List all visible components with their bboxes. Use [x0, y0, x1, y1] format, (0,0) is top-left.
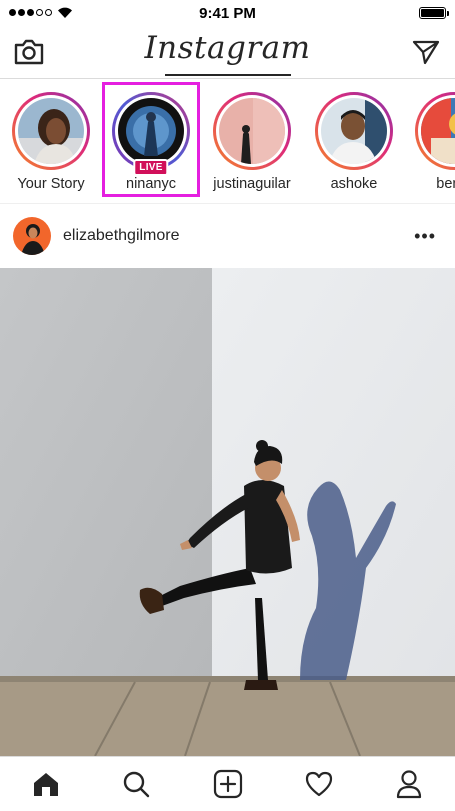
post-image[interactable] [0, 268, 455, 756]
avatar [321, 98, 387, 164]
live-story-highlight [102, 82, 200, 197]
status-bar: 9:41 PM [0, 0, 455, 26]
status-time: 9:41 PM [199, 5, 256, 22]
post-header: elizabethgilmore ••• [0, 204, 455, 268]
story-ashoke[interactable]: ashoke [314, 92, 394, 192]
profile-icon[interactable] [393, 768, 425, 800]
direct-message-icon[interactable] [412, 39, 440, 65]
more-options-icon[interactable]: ••• [414, 226, 436, 247]
top-nav-bar: Instagram [0, 26, 455, 79]
instagram-logo: Instagram [144, 30, 311, 66]
add-post-icon[interactable] [212, 768, 244, 800]
story-label: Your Story [17, 176, 85, 192]
post-username[interactable]: elizabethgilmore [63, 227, 180, 245]
avatar [18, 98, 84, 164]
stories-tray[interactable]: Your Story LIVE ninanyc justinaguilar as… [0, 79, 455, 204]
story-benjir[interactable]: benjir [414, 92, 455, 192]
story-justinaguilar[interactable]: justinaguilar [212, 92, 292, 192]
story-label: benjir [436, 176, 455, 192]
story-your-story[interactable]: Your Story [11, 92, 91, 192]
story-label: ashoke [330, 176, 378, 192]
heart-icon[interactable] [303, 768, 335, 800]
bottom-tab-bar [0, 756, 455, 811]
home-icon[interactable] [30, 768, 62, 800]
battery-icon [419, 7, 449, 19]
logo-underline [165, 74, 291, 76]
avatar[interactable] [13, 217, 51, 255]
story-label: justinaguilar [213, 176, 291, 192]
avatar [219, 98, 285, 164]
search-icon[interactable] [120, 768, 152, 800]
